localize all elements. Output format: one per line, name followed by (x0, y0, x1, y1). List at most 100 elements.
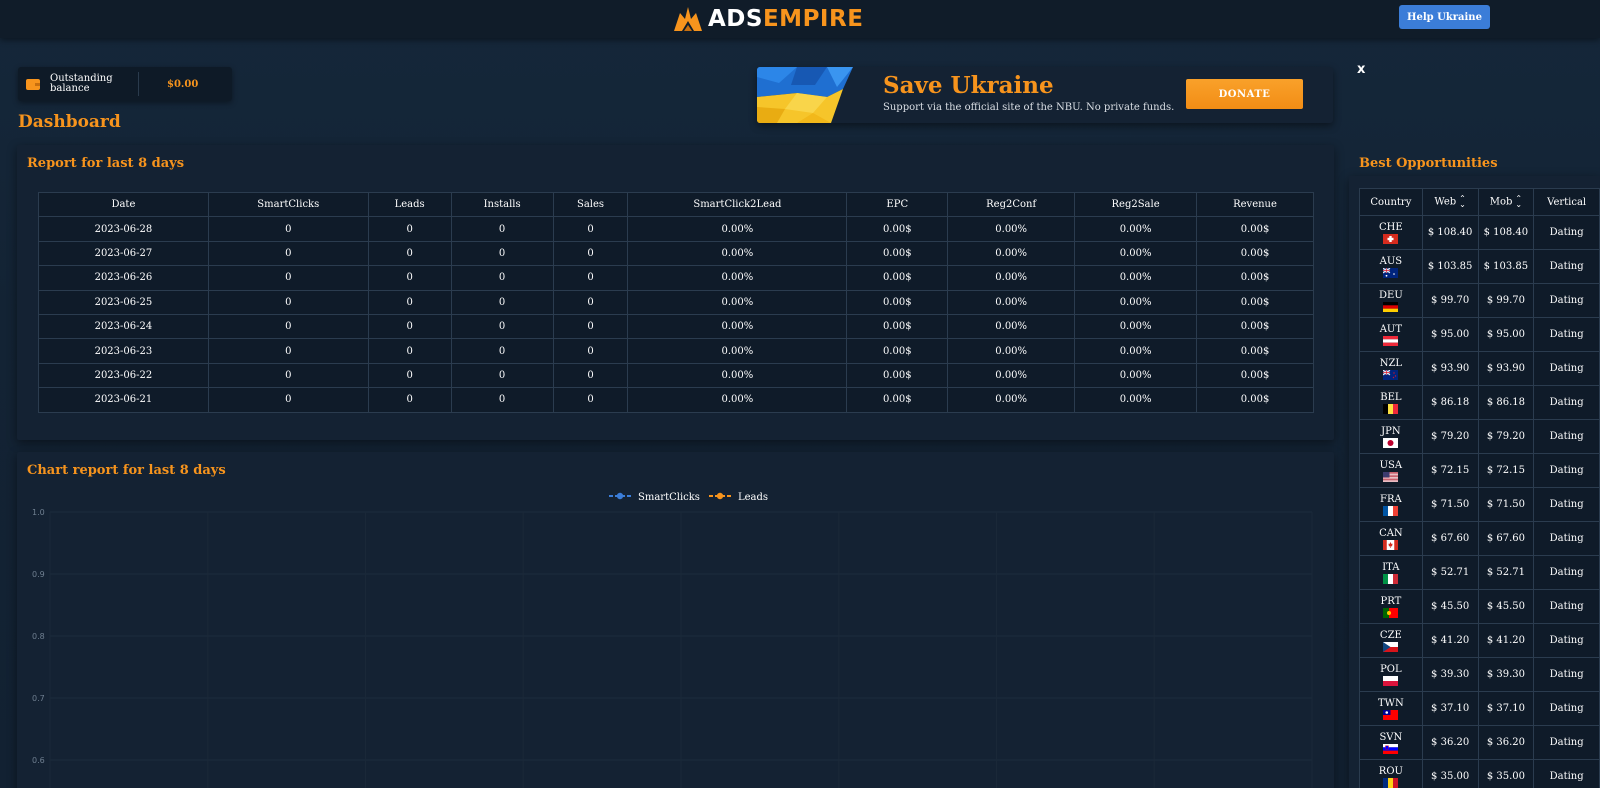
table-cell: 0.00% (627, 216, 848, 242)
country-code: JPN (1381, 425, 1401, 437)
table-cell: 0 (207, 240, 369, 267)
table-cell: 0.00% (627, 362, 848, 389)
banner-close-button[interactable]: x (1357, 62, 1365, 77)
country-code: DEU (1379, 289, 1403, 301)
opportunity-row: BEL $ 86.18 $ 86.18 Dating (1359, 385, 1600, 420)
mob-cell: $ 37.10 (1477, 691, 1535, 726)
country-code: SVN (1379, 731, 1403, 743)
vertical-cell: Dating (1533, 487, 1600, 522)
country-cell: TWN (1359, 691, 1423, 726)
vertical-cell: Dating (1533, 589, 1600, 624)
country-code: CZE (1379, 629, 1402, 641)
country-cell: NZL (1359, 351, 1423, 386)
ukraine-flag-image (757, 67, 859, 123)
table-cell: 0 (207, 338, 369, 364)
col-web[interactable]: Web ⌃ ⌄ (1421, 188, 1479, 216)
table-cell: 0 (552, 240, 629, 267)
table-cell: 0 (367, 216, 452, 242)
table-cell: 0.00% (947, 338, 1076, 364)
table-cell: 0 (207, 362, 369, 389)
table-cell: 0 (207, 216, 369, 242)
best-opportunities-table: Country Web ⌃ ⌄ Mob ⌃ ⌄ Vertical CHE $ 108.40… (1359, 188, 1600, 788)
table-cell: 0.00% (947, 240, 1076, 267)
col-country: Country (1359, 188, 1423, 216)
table-cell: 0 (450, 289, 554, 315)
web-cell: $ 35.00 (1421, 759, 1479, 788)
table-cell: 0 (367, 289, 452, 315)
col-mob[interactable]: Mob ⌃ ⌄ (1477, 188, 1535, 216)
donate-button[interactable]: DONATE (1186, 79, 1303, 109)
report-header-row: Date SmartClicks Leads Installs Sales Sm… (38, 191, 1314, 218)
mob-cell: $ 99.70 (1477, 283, 1535, 318)
report-panel: Report for last 8 days Date SmartClicks … (17, 145, 1334, 440)
table-cell: 2023-06-27 (38, 240, 209, 267)
table-cell: 0.00$ (846, 216, 949, 242)
balance-value: $0.00 (167, 78, 199, 90)
sort-arrows-icon[interactable]: ⌃ ⌄ (1515, 195, 1522, 209)
balance-label: Outstanding balance (50, 73, 113, 94)
sort-arrows-icon[interactable]: ⌃ ⌄ (1459, 195, 1466, 209)
table-cell: 0.00% (1074, 265, 1198, 291)
opportunity-row: JPN $ 79.20 $ 79.20 Dating (1359, 419, 1600, 454)
mob-cell: $ 93.90 (1477, 351, 1535, 386)
table-cell: 0.00% (627, 240, 848, 267)
table-row: 2023-06-23 0 0 0 0 0.00% 0.00$ 0.00% 0.00% 0.00$ (38, 338, 1314, 364)
chart-title: Chart report for last 8 days (27, 463, 226, 478)
table-cell: 0 (207, 387, 369, 413)
table-cell: 0 (450, 387, 554, 413)
col-date[interactable]: Date (38, 191, 209, 218)
table-cell: 0 (552, 265, 629, 291)
col-installs[interactable]: Installs (450, 191, 554, 218)
legend-item[interactable]: SmartClicks (609, 492, 700, 503)
web-cell: $ 39.30 (1421, 657, 1479, 692)
col-leads[interactable]: Leads (367, 191, 452, 218)
country-cell: AUT (1359, 317, 1423, 352)
col-reg2conf[interactable]: Reg2Conf (947, 191, 1076, 218)
flag-nzl-icon (1383, 369, 1399, 380)
table-cell: 0.00% (947, 387, 1076, 413)
legend-label: Leads (738, 492, 768, 503)
help-ukraine-button[interactable]: Help Ukraine (1399, 5, 1490, 29)
mob-cell: $ 108.40 (1477, 215, 1535, 250)
table-cell: 0.00% (627, 289, 848, 315)
table-row: 2023-06-21 0 0 0 0 0.00% 0.00$ 0.00% 0.00% 0.00$ (38, 387, 1314, 413)
y-tick-label: 0.6 (32, 756, 45, 765)
web-cell: $ 99.70 (1421, 283, 1479, 318)
table-cell: 0.00$ (1196, 313, 1314, 340)
opportunity-row: AUS $ 103.85 $ 103.85 Dating (1359, 249, 1600, 284)
opportunity-row: ROU $ 35.00 $ 35.00 Dating (1359, 759, 1600, 788)
col-epc[interactable]: EPC (846, 191, 949, 218)
col-revenue[interactable]: Revenue (1196, 191, 1314, 218)
flag-aus-icon (1383, 267, 1399, 278)
mob-cell: $ 67.60 (1477, 521, 1535, 556)
table-cell: 0 (450, 240, 554, 267)
vertical-cell: Dating (1533, 657, 1600, 692)
flag-fra-icon (1383, 505, 1399, 516)
country-cell: AUS (1359, 249, 1423, 284)
col-reg2sale[interactable]: Reg2Sale (1074, 191, 1198, 218)
logo[interactable]: ADSEMPIRE (672, 4, 863, 34)
web-cell: $ 93.90 (1421, 351, 1479, 386)
vertical-cell: Dating (1533, 453, 1600, 488)
balance-divider (138, 72, 139, 96)
col-vertical: Vertical (1533, 188, 1600, 216)
table-cell: 0 (552, 338, 629, 364)
table-cell: 0.00% (947, 289, 1076, 315)
mob-cell: $ 35.00 (1477, 759, 1535, 788)
vertical-cell: Dating (1533, 759, 1600, 788)
legend-item[interactable]: Leads (709, 492, 768, 503)
web-cell: $ 52.71 (1421, 555, 1479, 590)
table-cell: 0 (367, 387, 452, 413)
country-cell: CHE (1359, 215, 1423, 250)
col-smartclick2lead[interactable]: SmartClick2Lead (627, 191, 848, 218)
flag-rou-icon (1383, 777, 1399, 788)
table-cell: 0.00$ (1196, 289, 1314, 315)
report-title: Report for last 8 days (27, 156, 185, 171)
col-smartclicks[interactable]: SmartClicks (207, 191, 369, 218)
table-cell: 0.00% (947, 313, 1076, 340)
banner-subtitle: Support via the official site of the NBU… (883, 102, 1175, 113)
mob-cell: $ 86.18 (1477, 385, 1535, 420)
vertical-cell: Dating (1533, 215, 1600, 250)
col-sales[interactable]: Sales (552, 191, 629, 218)
flag-can-icon (1383, 539, 1399, 550)
